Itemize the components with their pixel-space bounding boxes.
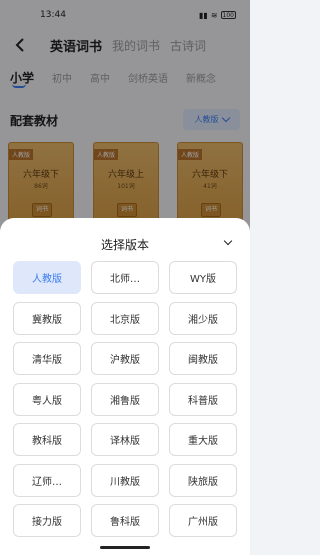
version-picker-sheet: 选择版本 人教版 北师… WY版 冀教版 北京版 湘少版 清华版 沪教版 闽教版… <box>0 218 250 555</box>
version-option-jijiao[interactable]: 冀教版 <box>13 301 81 335</box>
chevron-down-icon <box>223 236 233 245</box>
version-option-beijing[interactable]: 北京版 <box>91 301 159 335</box>
version-option-chongda[interactable]: 重大版 <box>169 423 237 456</box>
version-option-yueren[interactable]: 粤人版 <box>13 382 81 416</box>
version-option-qinghua[interactable]: 清华版 <box>13 342 81 375</box>
home-indicator <box>100 546 150 549</box>
version-option-hujiao[interactable]: 沪教版 <box>91 342 159 375</box>
version-option-xianglu[interactable]: 湘鲁版 <box>91 382 159 416</box>
version-option-kepu[interactable]: 科普版 <box>169 382 237 416</box>
version-option-jiaoke[interactable]: 教科版 <box>13 423 81 456</box>
sheet-title: 选择版本 <box>100 238 149 252</box>
version-option-guangzhou[interactable]: 广州版 <box>169 504 237 537</box>
version-option-chuanjiao[interactable]: 川教版 <box>91 463 159 497</box>
version-option-minjiao[interactable]: 闽教版 <box>169 342 237 375</box>
version-options-grid: 人教版 北师… WY版 冀教版 北京版 湘少版 清华版 沪教版 闽教版 粤人版 … <box>13 261 237 537</box>
version-option-jieli[interactable]: 接力版 <box>13 504 81 537</box>
collapse-button[interactable] <box>220 234 236 250</box>
version-option-shanlv[interactable]: 陕旅版 <box>169 463 237 497</box>
version-option-wy[interactable]: WY版 <box>169 261 237 294</box>
version-option-beishi[interactable]: 北师… <box>91 261 159 294</box>
version-option-renjiao[interactable]: 人教版 <box>13 261 81 294</box>
version-option-yilin[interactable]: 译林版 <box>91 423 159 456</box>
version-option-luke[interactable]: 鲁科版 <box>91 504 159 537</box>
version-option-xiangshao[interactable]: 湘少版 <box>169 301 237 335</box>
version-option-liaoshi[interactable]: 辽师… <box>13 463 81 497</box>
